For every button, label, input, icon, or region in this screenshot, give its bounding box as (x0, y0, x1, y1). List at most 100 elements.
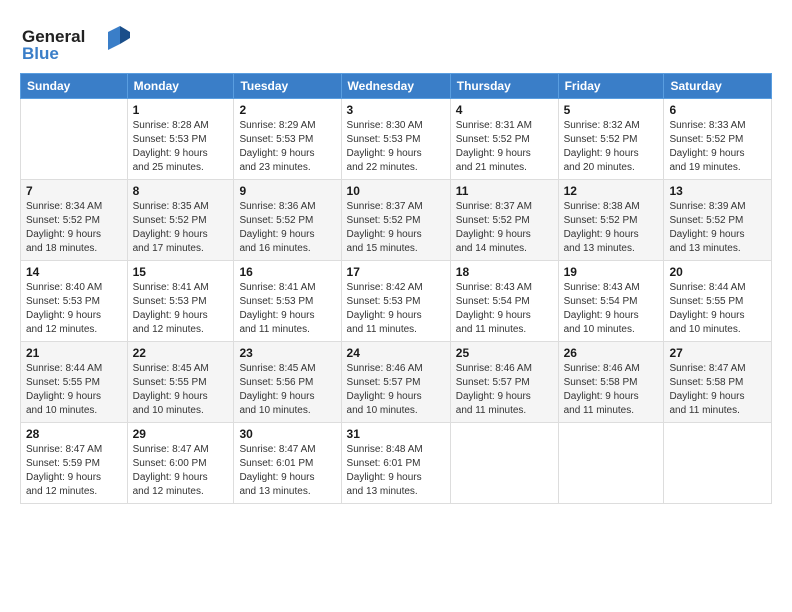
day-info: Sunrise: 8:32 AM Sunset: 5:52 PM Dayligh… (564, 119, 659, 175)
calendar-cell: 22 Sunrise: 8:45 AM Sunset: 5:55 PM Dayli… (127, 342, 234, 423)
calendar-cell: 31 Sunrise: 8:48 AM Sunset: 6:01 PM Dayli… (341, 423, 450, 504)
calendar-cell: 27 Sunrise: 8:47 AM Sunset: 5:58 PM Dayli… (664, 342, 772, 423)
col-header-wednesday: Wednesday (341, 74, 450, 99)
calendar-cell: 28 Sunrise: 8:47 AM Sunset: 5:59 PM Dayli… (21, 423, 128, 504)
calendar-cell: 16 Sunrise: 8:41 AM Sunset: 5:53 PM Dayli… (234, 261, 341, 342)
calendar-cell: 17Sunrise: 8:42 AM Sunset: 5:53 PM Dayli… (341, 261, 450, 342)
day-number: 23 (239, 346, 335, 360)
day-info: Sunrise: 8:43 AM Sunset: 5:54 PM Dayligh… (564, 281, 659, 337)
day-info: Sunrise: 8:44 AM Sunset: 5:55 PM Dayligh… (669, 281, 766, 337)
day-info: Sunrise: 8:44 AM Sunset: 5:55 PM Dayligh… (26, 362, 122, 418)
day-number: 10 (347, 184, 445, 198)
calendar-cell (664, 423, 772, 504)
svg-text:Blue: Blue (22, 44, 59, 62)
logo: General Blue (20, 22, 130, 67)
day-info: Sunrise: 8:48 AM Sunset: 6:01 PM Dayligh… (347, 443, 445, 499)
day-number: 27 (669, 346, 766, 360)
calendar-cell: 10Sunrise: 8:37 AM Sunset: 5:52 PM Dayli… (341, 180, 450, 261)
day-number: 1 (133, 103, 229, 117)
col-header-friday: Friday (558, 74, 664, 99)
header: General Blue (20, 18, 772, 67)
calendar-cell: 3Sunrise: 8:30 AM Sunset: 5:53 PM Daylig… (341, 99, 450, 180)
day-number: 29 (133, 427, 229, 441)
day-number: 11 (456, 184, 553, 198)
day-number: 14 (26, 265, 122, 279)
calendar-cell: 24Sunrise: 8:46 AM Sunset: 5:57 PM Dayli… (341, 342, 450, 423)
calendar-cell: 11 Sunrise: 8:37 AM Sunset: 5:52 PM Dayli… (450, 180, 558, 261)
day-info: Sunrise: 8:47 AM Sunset: 5:58 PM Dayligh… (669, 362, 766, 418)
calendar-cell: 2 Sunrise: 8:29 AM Sunset: 5:53 PM Daylig… (234, 99, 341, 180)
day-info: Sunrise: 8:41 AM Sunset: 5:53 PM Dayligh… (133, 281, 229, 337)
day-info: Sunrise: 8:47 AM Sunset: 5:59 PM Dayligh… (26, 443, 122, 499)
day-number: 17 (347, 265, 445, 279)
calendar-cell: 9 Sunrise: 8:36 AM Sunset: 5:52 PM Daylig… (234, 180, 341, 261)
col-header-tuesday: Tuesday (234, 74, 341, 99)
calendar-week-2: 14 Sunrise: 8:40 AM Sunset: 5:53 PM Dayli… (21, 261, 772, 342)
day-info: Sunrise: 8:45 AM Sunset: 5:55 PM Dayligh… (133, 362, 229, 418)
calendar-cell: 4Sunrise: 8:31 AM Sunset: 5:52 PM Daylig… (450, 99, 558, 180)
day-number: 2 (239, 103, 335, 117)
calendar-cell: 26Sunrise: 8:46 AM Sunset: 5:58 PM Dayli… (558, 342, 664, 423)
day-number: 9 (239, 184, 335, 198)
day-info: Sunrise: 8:29 AM Sunset: 5:53 PM Dayligh… (239, 119, 335, 175)
day-info: Sunrise: 8:41 AM Sunset: 5:53 PM Dayligh… (239, 281, 335, 337)
calendar-week-3: 21 Sunrise: 8:44 AM Sunset: 5:55 PM Dayli… (21, 342, 772, 423)
day-info: Sunrise: 8:39 AM Sunset: 5:52 PM Dayligh… (669, 200, 766, 256)
logo-text: General Blue (20, 22, 130, 67)
calendar-cell: 20 Sunrise: 8:44 AM Sunset: 5:55 PM Dayli… (664, 261, 772, 342)
day-info: Sunrise: 8:43 AM Sunset: 5:54 PM Dayligh… (456, 281, 553, 337)
day-info: Sunrise: 8:28 AM Sunset: 5:53 PM Dayligh… (133, 119, 229, 175)
day-info: Sunrise: 8:46 AM Sunset: 5:58 PM Dayligh… (564, 362, 659, 418)
calendar-week-1: 7 Sunrise: 8:34 AM Sunset: 5:52 PM Daylig… (21, 180, 772, 261)
calendar-cell: 19 Sunrise: 8:43 AM Sunset: 5:54 PM Dayli… (558, 261, 664, 342)
calendar-cell (558, 423, 664, 504)
col-header-sunday: Sunday (21, 74, 128, 99)
col-header-saturday: Saturday (664, 74, 772, 99)
day-info: Sunrise: 8:35 AM Sunset: 5:52 PM Dayligh… (133, 200, 229, 256)
calendar-week-4: 28 Sunrise: 8:47 AM Sunset: 5:59 PM Dayli… (21, 423, 772, 504)
day-number: 25 (456, 346, 553, 360)
calendar-cell: 1 Sunrise: 8:28 AM Sunset: 5:53 PM Daylig… (127, 99, 234, 180)
day-info: Sunrise: 8:47 AM Sunset: 6:00 PM Dayligh… (133, 443, 229, 499)
day-number: 18 (456, 265, 553, 279)
calendar-cell: 30Sunrise: 8:47 AM Sunset: 6:01 PM Dayli… (234, 423, 341, 504)
day-info: Sunrise: 8:40 AM Sunset: 5:53 PM Dayligh… (26, 281, 122, 337)
calendar-cell: 15 Sunrise: 8:41 AM Sunset: 5:53 PM Dayli… (127, 261, 234, 342)
calendar-cell: 6 Sunrise: 8:33 AM Sunset: 5:52 PM Daylig… (664, 99, 772, 180)
day-number: 15 (133, 265, 229, 279)
day-info: Sunrise: 8:37 AM Sunset: 5:52 PM Dayligh… (456, 200, 553, 256)
page-container: General Blue SundayMondayTuesdayWednesda… (0, 0, 792, 514)
day-info: Sunrise: 8:33 AM Sunset: 5:52 PM Dayligh… (669, 119, 766, 175)
calendar-cell: 14 Sunrise: 8:40 AM Sunset: 5:53 PM Dayli… (21, 261, 128, 342)
calendar-cell: 21 Sunrise: 8:44 AM Sunset: 5:55 PM Dayli… (21, 342, 128, 423)
calendar-cell: 7 Sunrise: 8:34 AM Sunset: 5:52 PM Daylig… (21, 180, 128, 261)
calendar-cell (21, 99, 128, 180)
day-number: 28 (26, 427, 122, 441)
day-number: 13 (669, 184, 766, 198)
day-number: 16 (239, 265, 335, 279)
day-info: Sunrise: 8:36 AM Sunset: 5:52 PM Dayligh… (239, 200, 335, 256)
day-number: 7 (26, 184, 122, 198)
calendar-cell: 23Sunrise: 8:45 AM Sunset: 5:56 PM Dayli… (234, 342, 341, 423)
calendar-cell: 5 Sunrise: 8:32 AM Sunset: 5:52 PM Daylig… (558, 99, 664, 180)
day-number: 8 (133, 184, 229, 198)
day-number: 5 (564, 103, 659, 117)
day-number: 20 (669, 265, 766, 279)
day-info: Sunrise: 8:46 AM Sunset: 5:57 PM Dayligh… (347, 362, 445, 418)
calendar-cell (450, 423, 558, 504)
calendar-cell: 8 Sunrise: 8:35 AM Sunset: 5:52 PM Daylig… (127, 180, 234, 261)
calendar-cell: 12Sunrise: 8:38 AM Sunset: 5:52 PM Dayli… (558, 180, 664, 261)
day-info: Sunrise: 8:30 AM Sunset: 5:53 PM Dayligh… (347, 119, 445, 175)
day-number: 21 (26, 346, 122, 360)
calendar-header-row: SundayMondayTuesdayWednesdayThursdayFrid… (21, 74, 772, 99)
calendar-cell: 13 Sunrise: 8:39 AM Sunset: 5:52 PM Dayli… (664, 180, 772, 261)
day-info: Sunrise: 8:34 AM Sunset: 5:52 PM Dayligh… (26, 200, 122, 256)
calendar-table: SundayMondayTuesdayWednesdayThursdayFrid… (20, 73, 772, 504)
calendar-cell: 25Sunrise: 8:46 AM Sunset: 5:57 PM Dayli… (450, 342, 558, 423)
day-number: 22 (133, 346, 229, 360)
day-number: 19 (564, 265, 659, 279)
day-number: 31 (347, 427, 445, 441)
calendar-cell: 29 Sunrise: 8:47 AM Sunset: 6:00 PM Dayli… (127, 423, 234, 504)
day-number: 6 (669, 103, 766, 117)
col-header-thursday: Thursday (450, 74, 558, 99)
